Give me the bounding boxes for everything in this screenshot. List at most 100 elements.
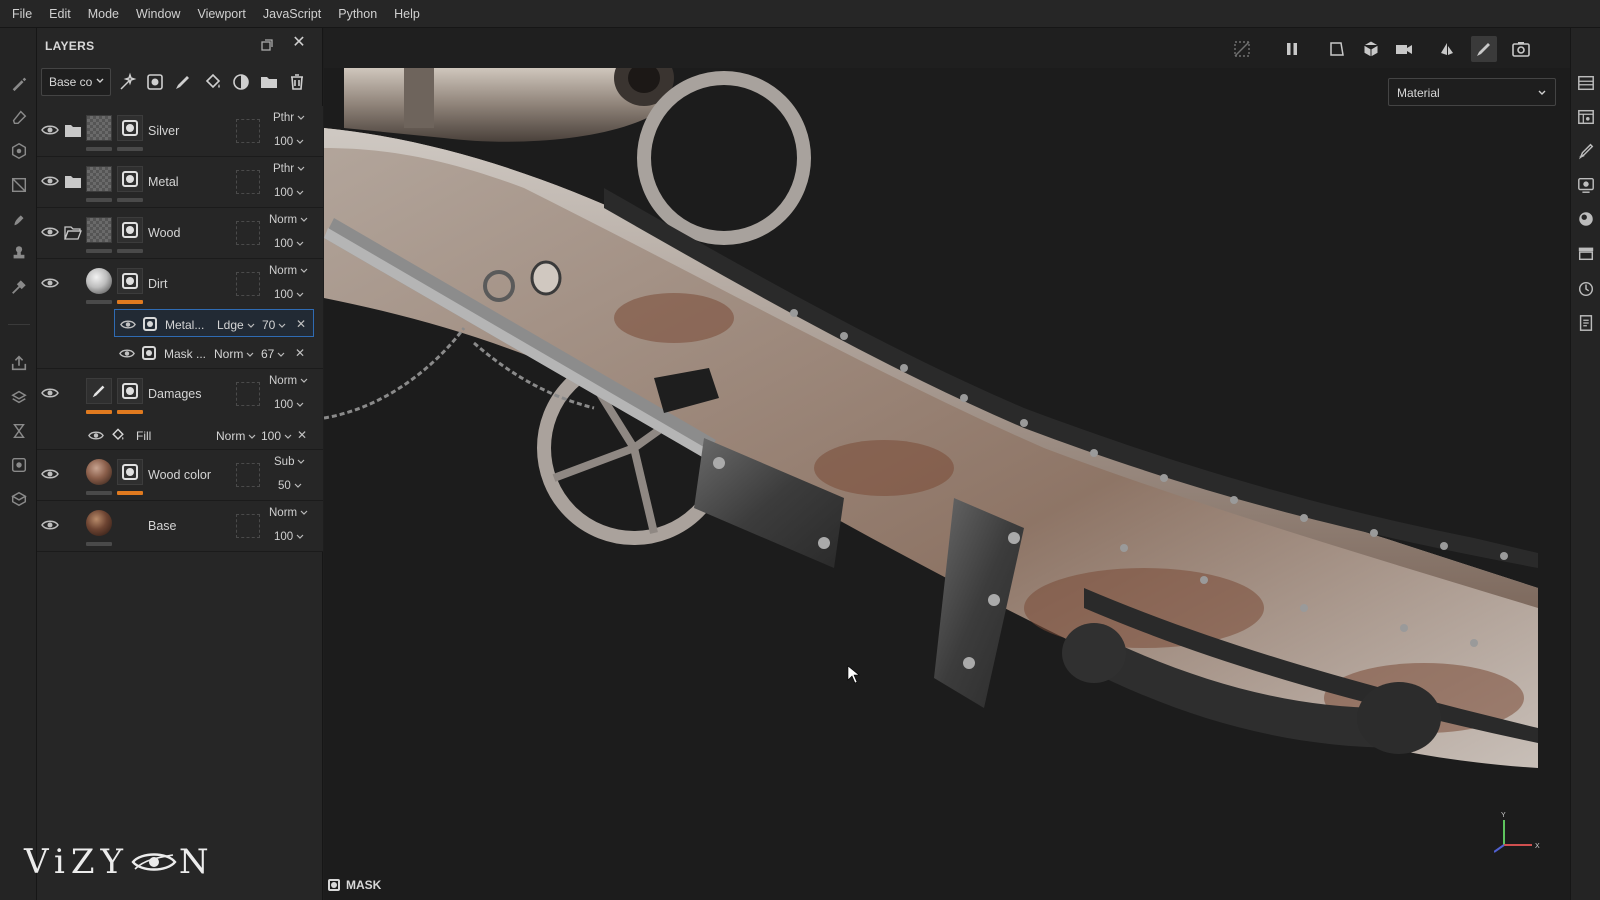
remove-effect-icon[interactable]: ✕ xyxy=(295,346,305,360)
3d-viewport[interactable]: Material MASK Y X xyxy=(324,28,1570,900)
layer-row-silver[interactable]: Silver Pthr 100 xyxy=(37,106,323,157)
mask-thumbnail[interactable] xyxy=(117,217,143,243)
blend-mode-select[interactable]: Pthr xyxy=(273,112,305,124)
delete-layer-icon[interactable] xyxy=(287,72,307,92)
shader-settings-icon[interactable] xyxy=(1577,210,1595,228)
opacity-field[interactable]: 67 xyxy=(261,347,285,361)
mask-thumbnail[interactable] xyxy=(117,115,143,141)
add-paint-layer-icon[interactable] xyxy=(173,72,193,92)
add-smart-material-icon[interactable] xyxy=(231,72,251,92)
geometry-mask-slot[interactable] xyxy=(236,221,260,245)
hide-mesh-icon[interactable] xyxy=(1229,36,1255,62)
eye-icon[interactable] xyxy=(88,430,104,441)
layer-name[interactable]: Base xyxy=(148,519,177,533)
color-picker-tool-icon[interactable] xyxy=(8,276,30,298)
remove-effect-icon[interactable]: ✕ xyxy=(296,317,306,331)
opacity-field[interactable]: 100 xyxy=(274,531,304,543)
float-panel-icon[interactable] xyxy=(261,39,273,51)
eye-icon[interactable] xyxy=(41,277,59,289)
display-settings-icon[interactable] xyxy=(1577,176,1595,194)
eye-icon[interactable] xyxy=(120,319,136,330)
layer-row-wood[interactable]: Wood Norm 100 xyxy=(37,208,323,259)
mask-thumbnail[interactable] xyxy=(117,268,143,294)
history-icon[interactable] xyxy=(1577,280,1595,298)
channel-select[interactable]: Base co xyxy=(41,68,111,96)
layer-name[interactable]: Damages xyxy=(148,387,202,401)
add-fill-layer-icon[interactable] xyxy=(203,72,223,92)
folder-open-icon[interactable] xyxy=(64,225,82,240)
menu-help[interactable]: Help xyxy=(388,7,431,21)
blend-mode-select[interactable]: Norm xyxy=(269,265,308,277)
layer-row-metal[interactable]: Metal Pthr 100 xyxy=(37,157,323,208)
geometry-mask-slot[interactable] xyxy=(236,382,260,406)
log-icon[interactable] xyxy=(1577,314,1595,332)
layer-row-damages[interactable]: Damages Norm 100 Fill Norm 100 ✕ xyxy=(37,369,323,450)
hourglass-icon[interactable] xyxy=(8,420,30,442)
display-mode-icon[interactable] xyxy=(1358,36,1384,62)
menu-window[interactable]: Window xyxy=(130,7,191,21)
pause-icon[interactable] xyxy=(1279,36,1305,62)
effect-row-fill[interactable]: Fill Norm 100 ✕ xyxy=(83,421,315,449)
layer-row-dirt[interactable]: Dirt Norm 100 Metal... Ldge 70 ✕ Mask ..… xyxy=(37,259,323,369)
paint-brush-tool-icon[interactable] xyxy=(8,72,30,94)
mask-thumbnail[interactable] xyxy=(117,378,143,404)
layer-row-wood-color[interactable]: Wood color Sub 50 xyxy=(37,450,323,501)
effect-row-metal-edge[interactable]: Metal... Ldge 70 ✕ xyxy=(114,309,314,337)
layer-name[interactable]: Wood color xyxy=(148,468,211,482)
close-panel-icon[interactable]: ✕ xyxy=(291,35,307,51)
shelf-icon[interactable] xyxy=(8,488,30,510)
blend-mode-select[interactable]: Norm xyxy=(269,214,308,226)
properties-brush-icon[interactable] xyxy=(1577,142,1595,160)
opacity-field[interactable]: 50 xyxy=(278,480,302,492)
opacity-field[interactable]: 100 xyxy=(274,399,304,411)
layer-name[interactable]: Metal xyxy=(148,175,179,189)
symmetry-icon[interactable] xyxy=(1434,36,1460,62)
layer-name[interactable]: Silver xyxy=(148,124,179,138)
eye-icon[interactable] xyxy=(41,519,59,531)
smudge-tool-icon[interactable] xyxy=(8,208,30,230)
layer-name[interactable]: Wood xyxy=(148,226,180,240)
projection-tool-icon[interactable] xyxy=(8,140,30,162)
menu-edit[interactable]: Edit xyxy=(43,7,82,21)
eye-icon[interactable] xyxy=(119,348,135,359)
mask-thumbnail[interactable] xyxy=(117,459,143,485)
export-icon[interactable] xyxy=(8,352,30,374)
blend-mode-select[interactable]: Sub xyxy=(274,456,305,468)
texture-set-icon[interactable] xyxy=(1577,108,1595,126)
opacity-field[interactable]: 100 xyxy=(274,187,304,199)
layers-panel-icon[interactable] xyxy=(1577,74,1595,92)
menu-viewport[interactable]: Viewport xyxy=(191,7,256,21)
opacity-field[interactable]: 70 xyxy=(262,318,286,332)
bake-icon[interactable] xyxy=(8,386,30,408)
eye-icon[interactable] xyxy=(41,175,59,187)
menu-python[interactable]: Python xyxy=(332,7,388,21)
geometry-mask-slot[interactable] xyxy=(236,272,260,296)
polygon-fill-tool-icon[interactable] xyxy=(8,174,30,196)
menu-file[interactable]: File xyxy=(6,7,43,21)
paint-mode-icon[interactable] xyxy=(1471,36,1497,62)
selection-mode-icon[interactable] xyxy=(1324,36,1350,62)
bakers-icon[interactable] xyxy=(1577,244,1595,262)
geometry-mask-slot[interactable] xyxy=(236,463,260,487)
menu-javascript[interactable]: JavaScript xyxy=(257,7,332,21)
blend-mode-select[interactable]: Norm xyxy=(269,507,308,519)
blend-mode-select[interactable]: Norm xyxy=(269,375,308,387)
geometry-mask-slot[interactable] xyxy=(236,170,260,194)
remove-effect-icon[interactable]: ✕ xyxy=(297,428,307,442)
layer-name[interactable]: Dirt xyxy=(148,277,167,291)
blend-mode-select[interactable]: Norm xyxy=(214,347,254,361)
screenshot-icon[interactable] xyxy=(1508,36,1534,62)
blend-mode-select[interactable]: Ldge xyxy=(217,318,255,332)
eraser-tool-icon[interactable] xyxy=(8,106,30,128)
clone-stamp-tool-icon[interactable] xyxy=(8,242,30,264)
eye-icon[interactable] xyxy=(41,226,59,238)
add-folder-icon[interactable] xyxy=(259,72,279,92)
opacity-field[interactable]: 100 xyxy=(274,238,304,250)
opacity-field[interactable]: 100 xyxy=(274,136,304,148)
mask-thumbnail[interactable] xyxy=(117,166,143,192)
blend-mode-select[interactable]: Norm xyxy=(216,429,256,443)
add-mask-icon[interactable] xyxy=(145,72,165,92)
geometry-mask-slot[interactable] xyxy=(236,514,260,538)
eye-icon[interactable] xyxy=(41,387,59,399)
opacity-field[interactable]: 100 xyxy=(261,429,292,443)
